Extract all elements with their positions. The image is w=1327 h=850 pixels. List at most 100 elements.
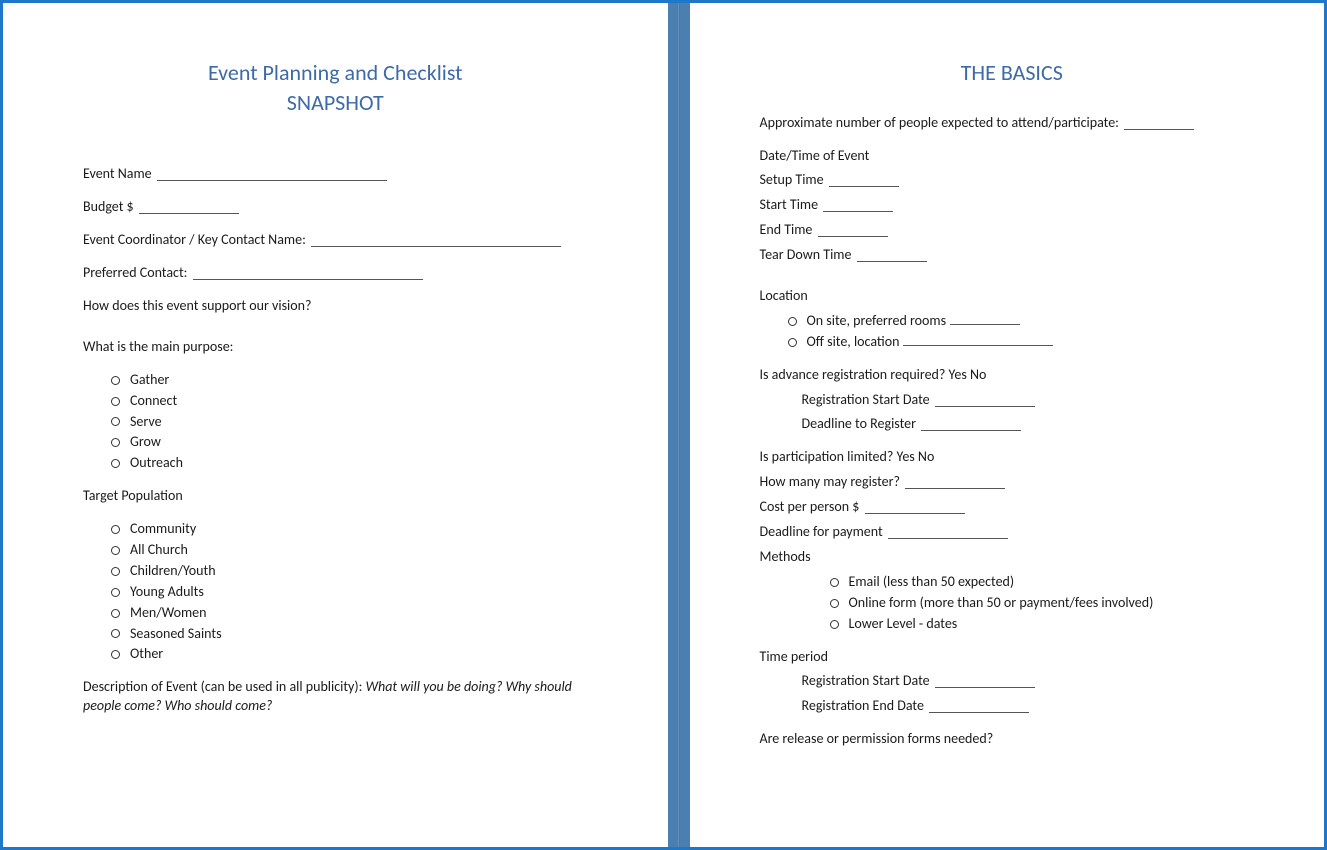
end-label: End Time bbox=[760, 221, 813, 238]
purpose-heading: What is the main purpose: bbox=[83, 338, 588, 357]
budget-label: Budget $ bbox=[83, 198, 134, 215]
payment-deadline-blank[interactable] bbox=[888, 538, 1008, 539]
vision-label: How does this event support our vision? bbox=[83, 297, 312, 314]
reg-start-label: Registration Start Date bbox=[802, 391, 930, 408]
budget-blank[interactable] bbox=[139, 213, 239, 214]
target-option-label: Community bbox=[130, 520, 196, 539]
radio-icon bbox=[111, 438, 120, 447]
attendance-label: Approximate number of people expected to… bbox=[760, 114, 1119, 131]
field-cost: Cost per person $ bbox=[760, 498, 1265, 517]
field-budget: Budget $ bbox=[83, 198, 588, 217]
reg-deadline-label: Deadline to Register bbox=[802, 415, 916, 432]
target-option[interactable]: Men/Women bbox=[111, 604, 588, 623]
field-reg-start: Registration Start Date bbox=[760, 391, 1265, 410]
preferred-contact-label: Preferred Contact: bbox=[83, 264, 187, 281]
end-blank[interactable] bbox=[818, 236, 888, 237]
purpose-options: Gather Connect ServeGrow Outreach bbox=[111, 371, 588, 473]
reg-deadline-blank[interactable] bbox=[921, 430, 1021, 431]
time-period-heading: Time period bbox=[760, 648, 1265, 667]
target-options: Community All Church Children/Youth Young A… bbox=[111, 520, 588, 664]
description-label: Description of Event (can be used in all… bbox=[83, 678, 362, 695]
coordinator-label: Event Coordinator / Key Contact Name: bbox=[83, 231, 306, 248]
title-line-2: SNAPSHOT bbox=[287, 89, 384, 116]
target-heading: Target Population bbox=[83, 487, 588, 506]
event-name-blank[interactable] bbox=[157, 180, 387, 181]
radio-icon bbox=[111, 567, 120, 576]
purpose-option-label: Connect bbox=[130, 392, 177, 411]
field-tp-reg-start: Registration Start Date bbox=[760, 672, 1265, 691]
radio-icon bbox=[111, 588, 120, 597]
page-left-title: Event Planning and Checklist SNAPSHOT bbox=[83, 58, 588, 117]
how-many-blank[interactable] bbox=[905, 488, 1005, 489]
document-spread: Event Planning and Checklist SNAPSHOT Ev… bbox=[0, 0, 1327, 850]
target-option-label: All Church bbox=[130, 541, 188, 560]
methods-option-label: Online form (more than 50 or payment/fee… bbox=[849, 594, 1154, 613]
teardown-blank[interactable] bbox=[857, 261, 927, 262]
purpose-option[interactable]: Grow bbox=[111, 433, 588, 452]
cost-blank[interactable] bbox=[865, 513, 965, 514]
cost-label: Cost per person $ bbox=[760, 498, 860, 515]
onsite-blank[interactable] bbox=[950, 324, 1020, 325]
advance-reg-heading: Is advance registration required? Yes No bbox=[760, 366, 1265, 385]
target-option[interactable]: Children/Youth bbox=[111, 562, 588, 581]
target-option[interactable]: Other bbox=[111, 645, 588, 664]
field-end-time: End Time bbox=[760, 221, 1265, 240]
setup-label: Setup Time bbox=[760, 171, 824, 188]
tp-reg-start-blank[interactable] bbox=[935, 687, 1035, 688]
field-setup-time: Setup Time bbox=[760, 171, 1265, 190]
field-attendance: Approximate number of people expected to… bbox=[760, 114, 1265, 133]
tp-reg-end-blank[interactable] bbox=[929, 712, 1029, 713]
description-block: Description of Event (can be used in all… bbox=[83, 678, 588, 716]
methods-option[interactable]: Email (less than 50 expected) bbox=[830, 573, 1265, 592]
methods-options: Email (less than 50 expected) Online form… bbox=[830, 573, 1265, 634]
purpose-option[interactable]: Connect bbox=[111, 392, 588, 411]
page-right-title: THE BASICS bbox=[760, 58, 1265, 88]
methods-option[interactable]: Online form (more than 50 or payment/fee… bbox=[830, 594, 1265, 613]
start-label: Start Time bbox=[760, 196, 819, 213]
payment-deadline-label: Deadline for payment bbox=[760, 523, 883, 540]
reg-start-blank[interactable] bbox=[935, 406, 1035, 407]
radio-icon bbox=[111, 376, 120, 385]
target-option-label: Children/Youth bbox=[130, 562, 216, 581]
purpose-label: What is the main purpose: bbox=[83, 338, 233, 355]
how-many-label: How many may register? bbox=[760, 473, 901, 490]
purpose-option-label: Serve bbox=[130, 413, 162, 432]
teardown-label: Tear Down Time bbox=[760, 246, 852, 263]
offsite-blank[interactable] bbox=[903, 345, 1053, 346]
location-option-offsite[interactable]: Off site, location bbox=[788, 333, 1265, 352]
purpose-option[interactable]: Outreach bbox=[111, 454, 588, 473]
field-event-name: Event Name bbox=[83, 165, 588, 184]
purpose-option[interactable]: Gather bbox=[111, 371, 588, 390]
target-label: Target Population bbox=[83, 487, 183, 504]
preferred-contact-blank[interactable] bbox=[193, 279, 423, 280]
radio-icon bbox=[111, 546, 120, 555]
target-option-label: Men/Women bbox=[130, 604, 206, 623]
target-option-label: Young Adults bbox=[130, 583, 204, 602]
location-option-onsite[interactable]: On site, preferred rooms bbox=[788, 312, 1265, 331]
attendance-blank[interactable] bbox=[1124, 129, 1194, 130]
page-divider bbox=[678, 3, 680, 847]
target-option-label: Seasoned Saints bbox=[130, 625, 222, 644]
field-tp-reg-end: Registration End Date bbox=[760, 697, 1265, 716]
field-teardown-time: Tear Down Time bbox=[760, 246, 1265, 265]
target-option[interactable]: Young Adults bbox=[111, 583, 588, 602]
radio-icon bbox=[111, 629, 120, 638]
location-heading: Location bbox=[760, 287, 1265, 306]
offsite-label: Off site, location bbox=[807, 333, 900, 352]
target-option[interactable]: All Church bbox=[111, 541, 588, 560]
methods-option[interactable]: Lower Level - dates bbox=[830, 615, 1265, 634]
radio-icon bbox=[111, 650, 120, 659]
location-options: On site, preferred rooms Off site, locat… bbox=[788, 312, 1265, 352]
target-option[interactable]: Community bbox=[111, 520, 588, 539]
setup-blank[interactable] bbox=[829, 186, 899, 187]
coordinator-blank[interactable] bbox=[311, 246, 561, 247]
radio-icon bbox=[111, 417, 120, 426]
radio-icon bbox=[111, 397, 120, 406]
target-option[interactable]: Seasoned Saints bbox=[111, 625, 588, 644]
radio-icon bbox=[830, 599, 839, 608]
purpose-option-label: Grow bbox=[130, 433, 161, 452]
start-blank[interactable] bbox=[823, 211, 893, 212]
purpose-option[interactable]: Serve bbox=[111, 413, 588, 432]
radio-icon bbox=[111, 525, 120, 534]
field-coordinator: Event Coordinator / Key Contact Name: bbox=[83, 231, 588, 250]
